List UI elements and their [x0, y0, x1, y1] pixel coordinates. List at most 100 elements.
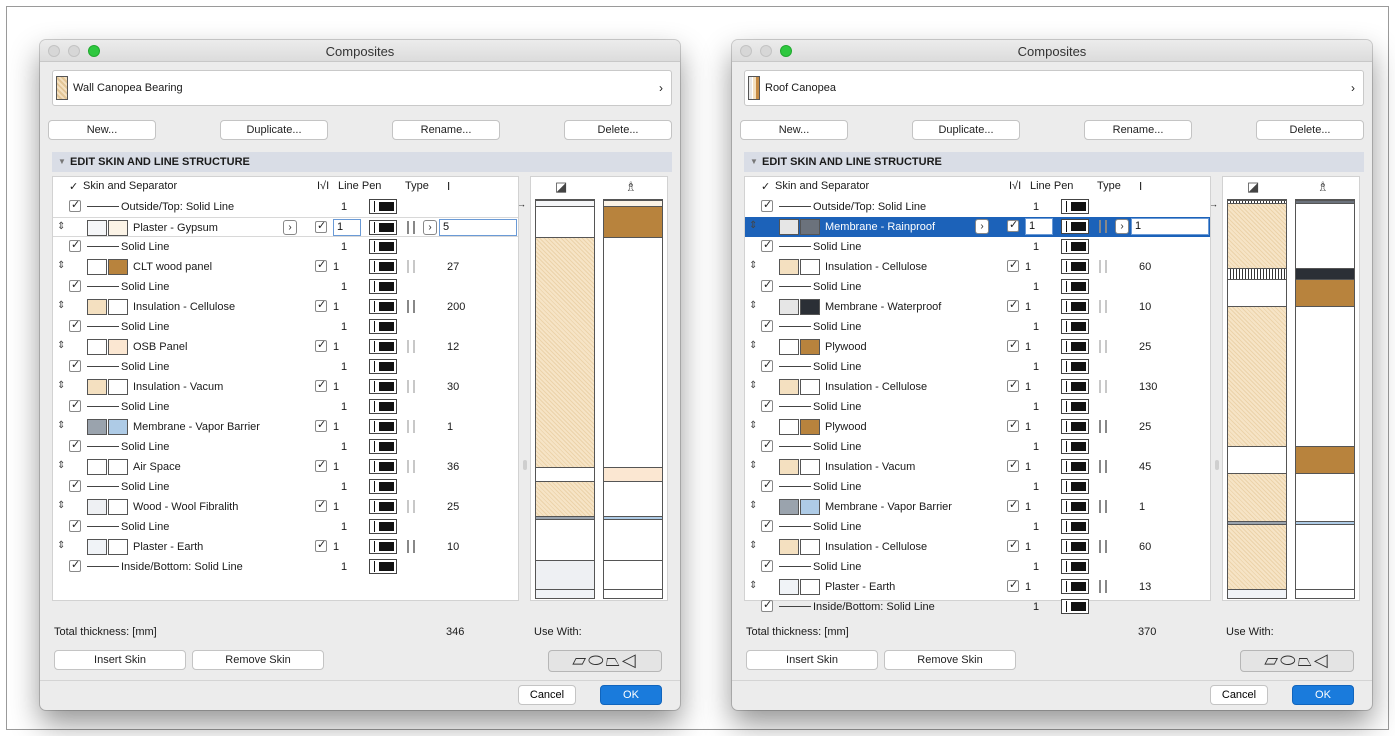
- composite-selector[interactable]: Wall Canopea Bearing ›: [52, 70, 672, 106]
- drag-handle-icon[interactable]: ⇕: [749, 420, 757, 431]
- checkbox-icon[interactable]: [761, 278, 773, 292]
- skin-row[interactable]: ⇕ Wood - Wool Fibralith 1 25: [53, 497, 518, 517]
- separator-row[interactable]: Solid Line 1: [53, 477, 518, 497]
- drag-handle-icon[interactable]: ⇕: [749, 460, 757, 471]
- line-pen-icon[interactable]: [1061, 279, 1089, 294]
- chevron-right-icon[interactable]: ›: [283, 220, 297, 235]
- ok-button[interactable]: OK: [600, 685, 662, 705]
- skin-row[interactable]: ⇕Membrane - Rainproof›1›1: [745, 217, 1210, 237]
- chevron-right-icon[interactable]: ›: [423, 220, 437, 235]
- checkbox-icon[interactable]: [761, 318, 773, 332]
- checkbox-icon[interactable]: [761, 558, 773, 572]
- checkbox-icon[interactable]: [761, 198, 773, 212]
- separator-row[interactable]: Inside/Bottom: Solid Line 1: [53, 557, 518, 577]
- separator-row[interactable]: Solid Line 1: [745, 237, 1210, 257]
- skin-row[interactable]: ⇕ CLT wood panel 1 27: [53, 257, 518, 277]
- drag-handle-icon[interactable]: ⇕: [749, 580, 757, 591]
- line-pen-icon[interactable]: [1061, 219, 1089, 234]
- drag-handle-icon[interactable]: ⇕: [749, 220, 757, 231]
- skin-row[interactable]: ⇕ Membrane - Vapor Barrier 1 1: [53, 417, 518, 437]
- insert-skin-button[interactable]: Insert Skin: [746, 650, 878, 670]
- skin-row[interactable]: ⇕ Air Space 1 36: [53, 457, 518, 477]
- line-pen-icon[interactable]: [369, 539, 397, 554]
- line-pen-icon[interactable]: [1061, 379, 1089, 394]
- line-pen-icon[interactable]: [369, 279, 397, 294]
- skin-type-icon[interactable]: [1097, 580, 1111, 593]
- use-with-wall-icon[interactable]: ▱: [572, 650, 588, 670]
- skin-type-icon[interactable]: [1097, 220, 1111, 233]
- separator-row[interactable]: Solid Line 1: [745, 397, 1210, 417]
- use-with-slab-icon[interactable]: ⬭: [588, 650, 605, 670]
- line-input[interactable]: 1: [1025, 218, 1053, 235]
- checkbox-icon[interactable]: [315, 338, 327, 352]
- line-pen-icon[interactable]: [369, 499, 397, 514]
- skin-row[interactable]: ⇕ Plywood 1 25: [745, 417, 1210, 437]
- skin-row[interactable]: ⇕ Insulation - Cellulose 1 60: [745, 257, 1210, 277]
- skin-type-icon[interactable]: [405, 420, 419, 433]
- rename-button[interactable]: Rename...: [1084, 120, 1192, 140]
- duplicate-button[interactable]: Duplicate...: [912, 120, 1020, 140]
- skin-row[interactable]: ⇕Plaster - Gypsum›1›5: [53, 217, 518, 237]
- checkbox-icon[interactable]: [315, 538, 327, 552]
- checkbox-icon[interactable]: [69, 278, 81, 292]
- separator-row[interactable]: Solid Line 1: [53, 397, 518, 417]
- checkbox-icon[interactable]: [315, 418, 327, 432]
- checkbox-icon[interactable]: [761, 358, 773, 372]
- skin-type-icon[interactable]: [1097, 500, 1111, 513]
- drag-handle-icon[interactable]: ⇕: [749, 380, 757, 391]
- line-pen-icon[interactable]: [1061, 479, 1089, 494]
- checkbox-icon[interactable]: [1007, 578, 1019, 592]
- drag-handle-icon[interactable]: ⇕: [749, 300, 757, 311]
- delete-button[interactable]: Delete...: [564, 120, 672, 140]
- drag-handle-icon[interactable]: ⇕: [57, 221, 65, 232]
- line-pen-icon[interactable]: [369, 339, 397, 354]
- skin-type-icon[interactable]: [1097, 260, 1111, 273]
- separator-row[interactable]: Solid Line 1: [745, 317, 1210, 337]
- checkbox-icon[interactable]: [315, 498, 327, 512]
- separator-row[interactable]: Solid Line 1: [53, 237, 518, 257]
- drag-handle-icon[interactable]: ⇕: [57, 460, 65, 471]
- separator-row[interactable]: Solid Line 1: [745, 357, 1210, 377]
- checkbox-icon[interactable]: [69, 238, 81, 252]
- separator-row[interactable]: Solid Line 1: [745, 517, 1210, 537]
- new-button[interactable]: New...: [740, 120, 848, 140]
- line-pen-icon[interactable]: [369, 519, 397, 534]
- line-pen-icon[interactable]: [369, 419, 397, 434]
- skin-row[interactable]: ⇕ Plaster - Earth 1 10: [53, 537, 518, 557]
- line-pen-icon[interactable]: [1061, 439, 1089, 454]
- line-pen-icon[interactable]: [1061, 499, 1089, 514]
- delete-button[interactable]: Delete...: [1256, 120, 1364, 140]
- line-pen-icon[interactable]: [369, 319, 397, 334]
- composite-selector[interactable]: Roof Canopea ›: [744, 70, 1364, 106]
- skin-type-icon[interactable]: [1097, 300, 1111, 313]
- use-with-shell-icon[interactable]: ◁: [622, 650, 638, 670]
- checkbox-icon[interactable]: [761, 238, 773, 252]
- new-button[interactable]: New...: [48, 120, 156, 140]
- checkbox-icon[interactable]: [69, 478, 81, 492]
- line-pen-icon[interactable]: [1061, 319, 1089, 334]
- separator-row[interactable]: Outside/Top: Solid Line 1: [53, 197, 518, 217]
- skin-type-icon[interactable]: [405, 380, 419, 393]
- separator-row[interactable]: Solid Line 1: [53, 357, 518, 377]
- skin-type-icon[interactable]: [1097, 380, 1111, 393]
- line-pen-icon[interactable]: [369, 439, 397, 454]
- thickness-input[interactable]: 1: [1131, 218, 1209, 235]
- line-pen-icon[interactable]: [1061, 459, 1089, 474]
- separator-row[interactable]: Solid Line 1: [745, 477, 1210, 497]
- insert-skin-button[interactable]: Insert Skin: [54, 650, 186, 670]
- separator-row[interactable]: Solid Line 1: [53, 517, 518, 537]
- use-with-toggle[interactable]: ▱⬭⏢◁: [1240, 650, 1354, 672]
- checkbox-icon[interactable]: [69, 558, 81, 572]
- drag-handle-icon[interactable]: ⇕: [57, 380, 65, 391]
- line-pen-icon[interactable]: [1061, 599, 1089, 614]
- skin-type-icon[interactable]: [405, 340, 419, 353]
- drag-handle-icon[interactable]: ⇕: [57, 300, 65, 311]
- checkbox-icon[interactable]: [69, 358, 81, 372]
- checkbox-icon[interactable]: [1007, 258, 1019, 272]
- splitter-handle[interactable]: [1215, 460, 1219, 470]
- splitter-handle[interactable]: [523, 460, 527, 470]
- skin-row[interactable]: ⇕ Insulation - Vacum 1 30: [53, 377, 518, 397]
- skin-row[interactable]: ⇕ Insulation - Vacum 1 45: [745, 457, 1210, 477]
- line-pen-icon[interactable]: [1061, 579, 1089, 594]
- separator-row[interactable]: Solid Line 1: [53, 277, 518, 297]
